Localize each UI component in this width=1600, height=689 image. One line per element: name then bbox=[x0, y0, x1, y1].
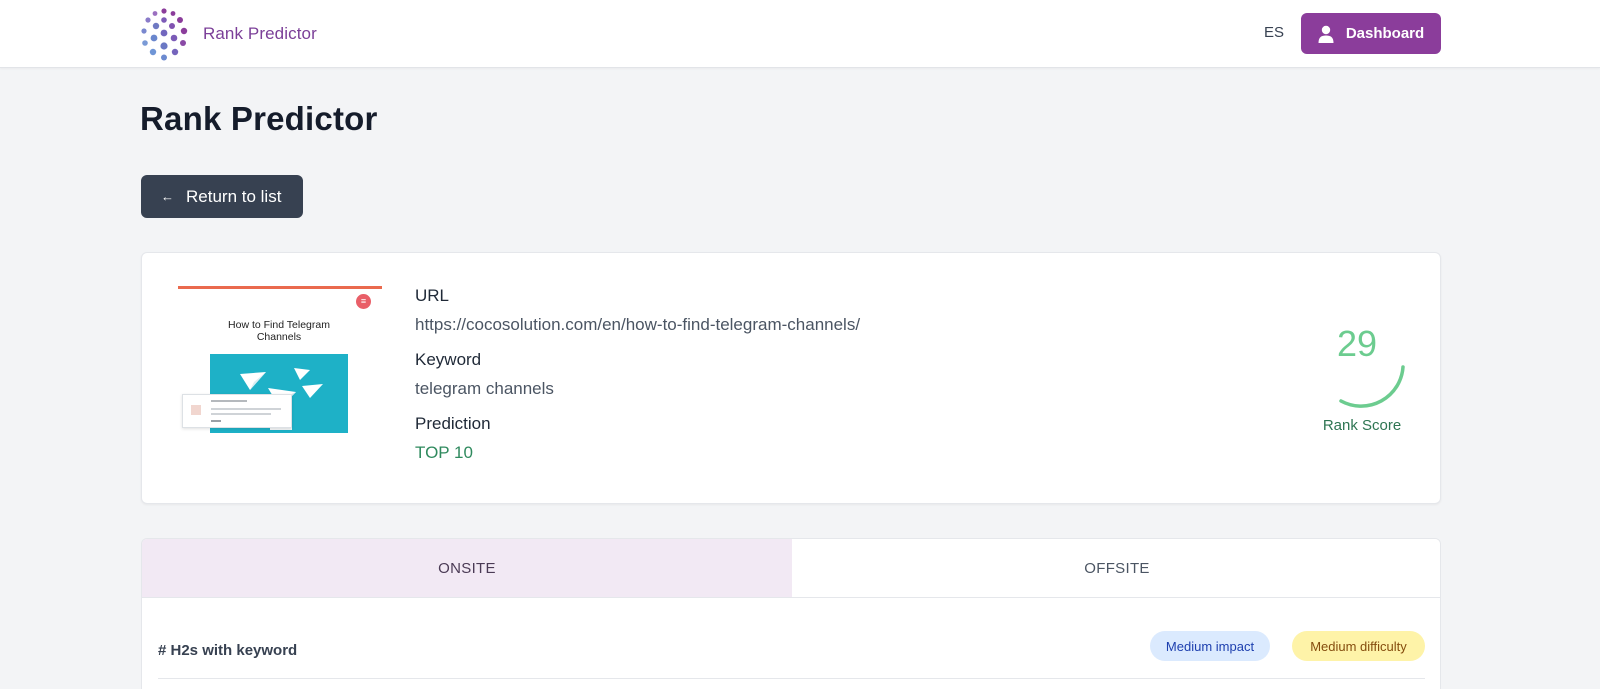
language-switch[interactable]: ES bbox=[1264, 24, 1284, 41]
factors-panel: ONSITE OFFSITE # H2s with keyword Medium… bbox=[141, 538, 1441, 689]
rank-score-label: Rank Score bbox=[1322, 417, 1402, 434]
prediction-value: TOP 10 bbox=[415, 443, 473, 462]
dashboard-label: Dashboard bbox=[1345, 25, 1425, 42]
thumbnail-top-bar bbox=[178, 286, 382, 289]
impact-badge: Medium impact bbox=[1150, 631, 1270, 661]
tab-divider bbox=[142, 597, 1440, 598]
thumbnail-popup bbox=[182, 394, 292, 428]
tab-onsite[interactable]: ONSITE bbox=[142, 539, 792, 597]
prediction-details: URL https://cocosolution.com/en/how-to-f… bbox=[415, 286, 860, 478]
brand-logo-icon bbox=[141, 8, 188, 61]
url-label: URL bbox=[415, 286, 450, 305]
tab-offsite[interactable]: OFFSITE bbox=[792, 539, 1440, 597]
difficulty-badge: Medium difficulty bbox=[1292, 631, 1425, 661]
url-value: https://cocosolution.com/en/how-to-find-… bbox=[415, 315, 861, 334]
keyword-label: Keyword bbox=[415, 350, 482, 369]
prediction-label: Prediction bbox=[415, 414, 491, 433]
page-thumbnail: ≡ How to Find Telegram Channels bbox=[176, 286, 382, 454]
arrow-left-icon: ← bbox=[161, 189, 174, 204]
brand-name: Rank Predictor bbox=[203, 24, 317, 43]
page-title: Rank Predictor bbox=[140, 100, 378, 137]
rank-score-value: 29 bbox=[1336, 323, 1378, 364]
brand-link[interactable]: Rank Predictor bbox=[140, 7, 317, 61]
return-label: Return to list bbox=[186, 186, 282, 206]
keyword-value: telegram channels bbox=[415, 379, 554, 398]
user-icon bbox=[1318, 25, 1334, 43]
rank-score-gauge: 29 Rank Score bbox=[1307, 323, 1437, 443]
dashboard-button[interactable]: Dashboard bbox=[1301, 13, 1441, 54]
menu-icon: ≡ bbox=[356, 294, 371, 309]
factor-title: # H2s with keyword bbox=[158, 642, 298, 659]
top-navbar: Rank Predictor ES Dashboard bbox=[0, 0, 1600, 68]
return-to-list-button[interactable]: ← Return to list bbox=[141, 175, 303, 218]
thumbnail-title: How to Find Telegram Channels bbox=[228, 319, 330, 343]
factor-divider bbox=[158, 678, 1425, 679]
prediction-card: ≡ How to Find Telegram Channels URL http… bbox=[141, 252, 1441, 504]
